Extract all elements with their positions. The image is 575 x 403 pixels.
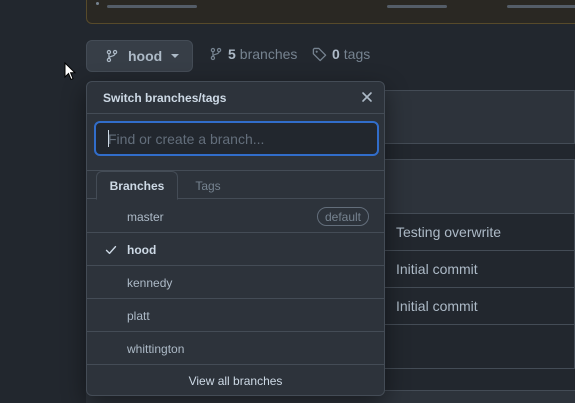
close-icon[interactable] — [359, 89, 375, 105]
check-icon — [105, 245, 117, 255]
branch-name: whittington — [127, 342, 185, 356]
view-all-branches-link[interactable]: View all branches — [87, 366, 384, 395]
dropdown-title: Switch branches/tags — [103, 91, 227, 105]
branch-item-whittington[interactable]: whittington — [87, 332, 384, 365]
commit-message-link[interactable]: Initial commit — [396, 298, 478, 314]
branches-label: branches — [239, 46, 298, 62]
branch-switcher-dropdown: Switch branches/tags Branches Tags maste… — [86, 81, 385, 396]
branch-name: kennedy — [127, 276, 173, 290]
notice-text-fragment — [387, 5, 447, 8]
branch-item-platt[interactable]: platt — [87, 299, 384, 332]
caret-down-icon — [171, 54, 180, 58]
notice-text-fragment — [107, 5, 197, 8]
current-branch-label: hood — [128, 48, 163, 64]
repo-page: Testing overwrite Initial commit Initial… — [0, 0, 575, 403]
branch-item-master[interactable]: master default — [87, 200, 384, 233]
text-caret — [108, 130, 109, 147]
left-gutter — [0, 0, 87, 403]
tab-branches[interactable]: Branches — [96, 171, 178, 200]
tag-icon — [312, 47, 327, 61]
default-badge: default — [316, 207, 369, 226]
notice-bullet — [96, 2, 99, 5]
branch-name: master — [127, 210, 164, 224]
branch-name: platt — [127, 309, 150, 323]
branches-count: 5 — [228, 46, 236, 62]
tags-link[interactable]: 0 tags — [312, 46, 370, 62]
commit-message-link[interactable]: Testing overwrite — [396, 224, 501, 240]
tags-label: tags — [343, 46, 371, 62]
notice-text-fragment — [507, 5, 575, 8]
tags-count: 0 — [332, 46, 340, 62]
dropdown-header: Switch branches/tags — [87, 82, 384, 114]
branch-name: hood — [127, 243, 157, 257]
tab-tags[interactable]: Tags — [183, 171, 233, 200]
notice-banner — [86, 0, 575, 24]
branch-list: master default hood kennedy platt whitti… — [87, 200, 384, 365]
git-branch-icon — [106, 49, 118, 63]
mouse-pointer-icon — [64, 62, 76, 81]
branches-link[interactable]: 5 branches — [209, 46, 297, 62]
branch-filter-input[interactable] — [94, 121, 379, 156]
branch-item-hood[interactable]: hood — [87, 233, 384, 266]
commit-message-link[interactable]: Initial commit — [396, 261, 478, 277]
branch-item-kennedy[interactable]: kennedy — [87, 266, 384, 299]
dropdown-tabs: Branches Tags — [87, 171, 384, 200]
git-branch-icon — [210, 47, 222, 61]
filter-area — [87, 114, 384, 171]
branch-select-button[interactable]: hood — [86, 40, 193, 72]
